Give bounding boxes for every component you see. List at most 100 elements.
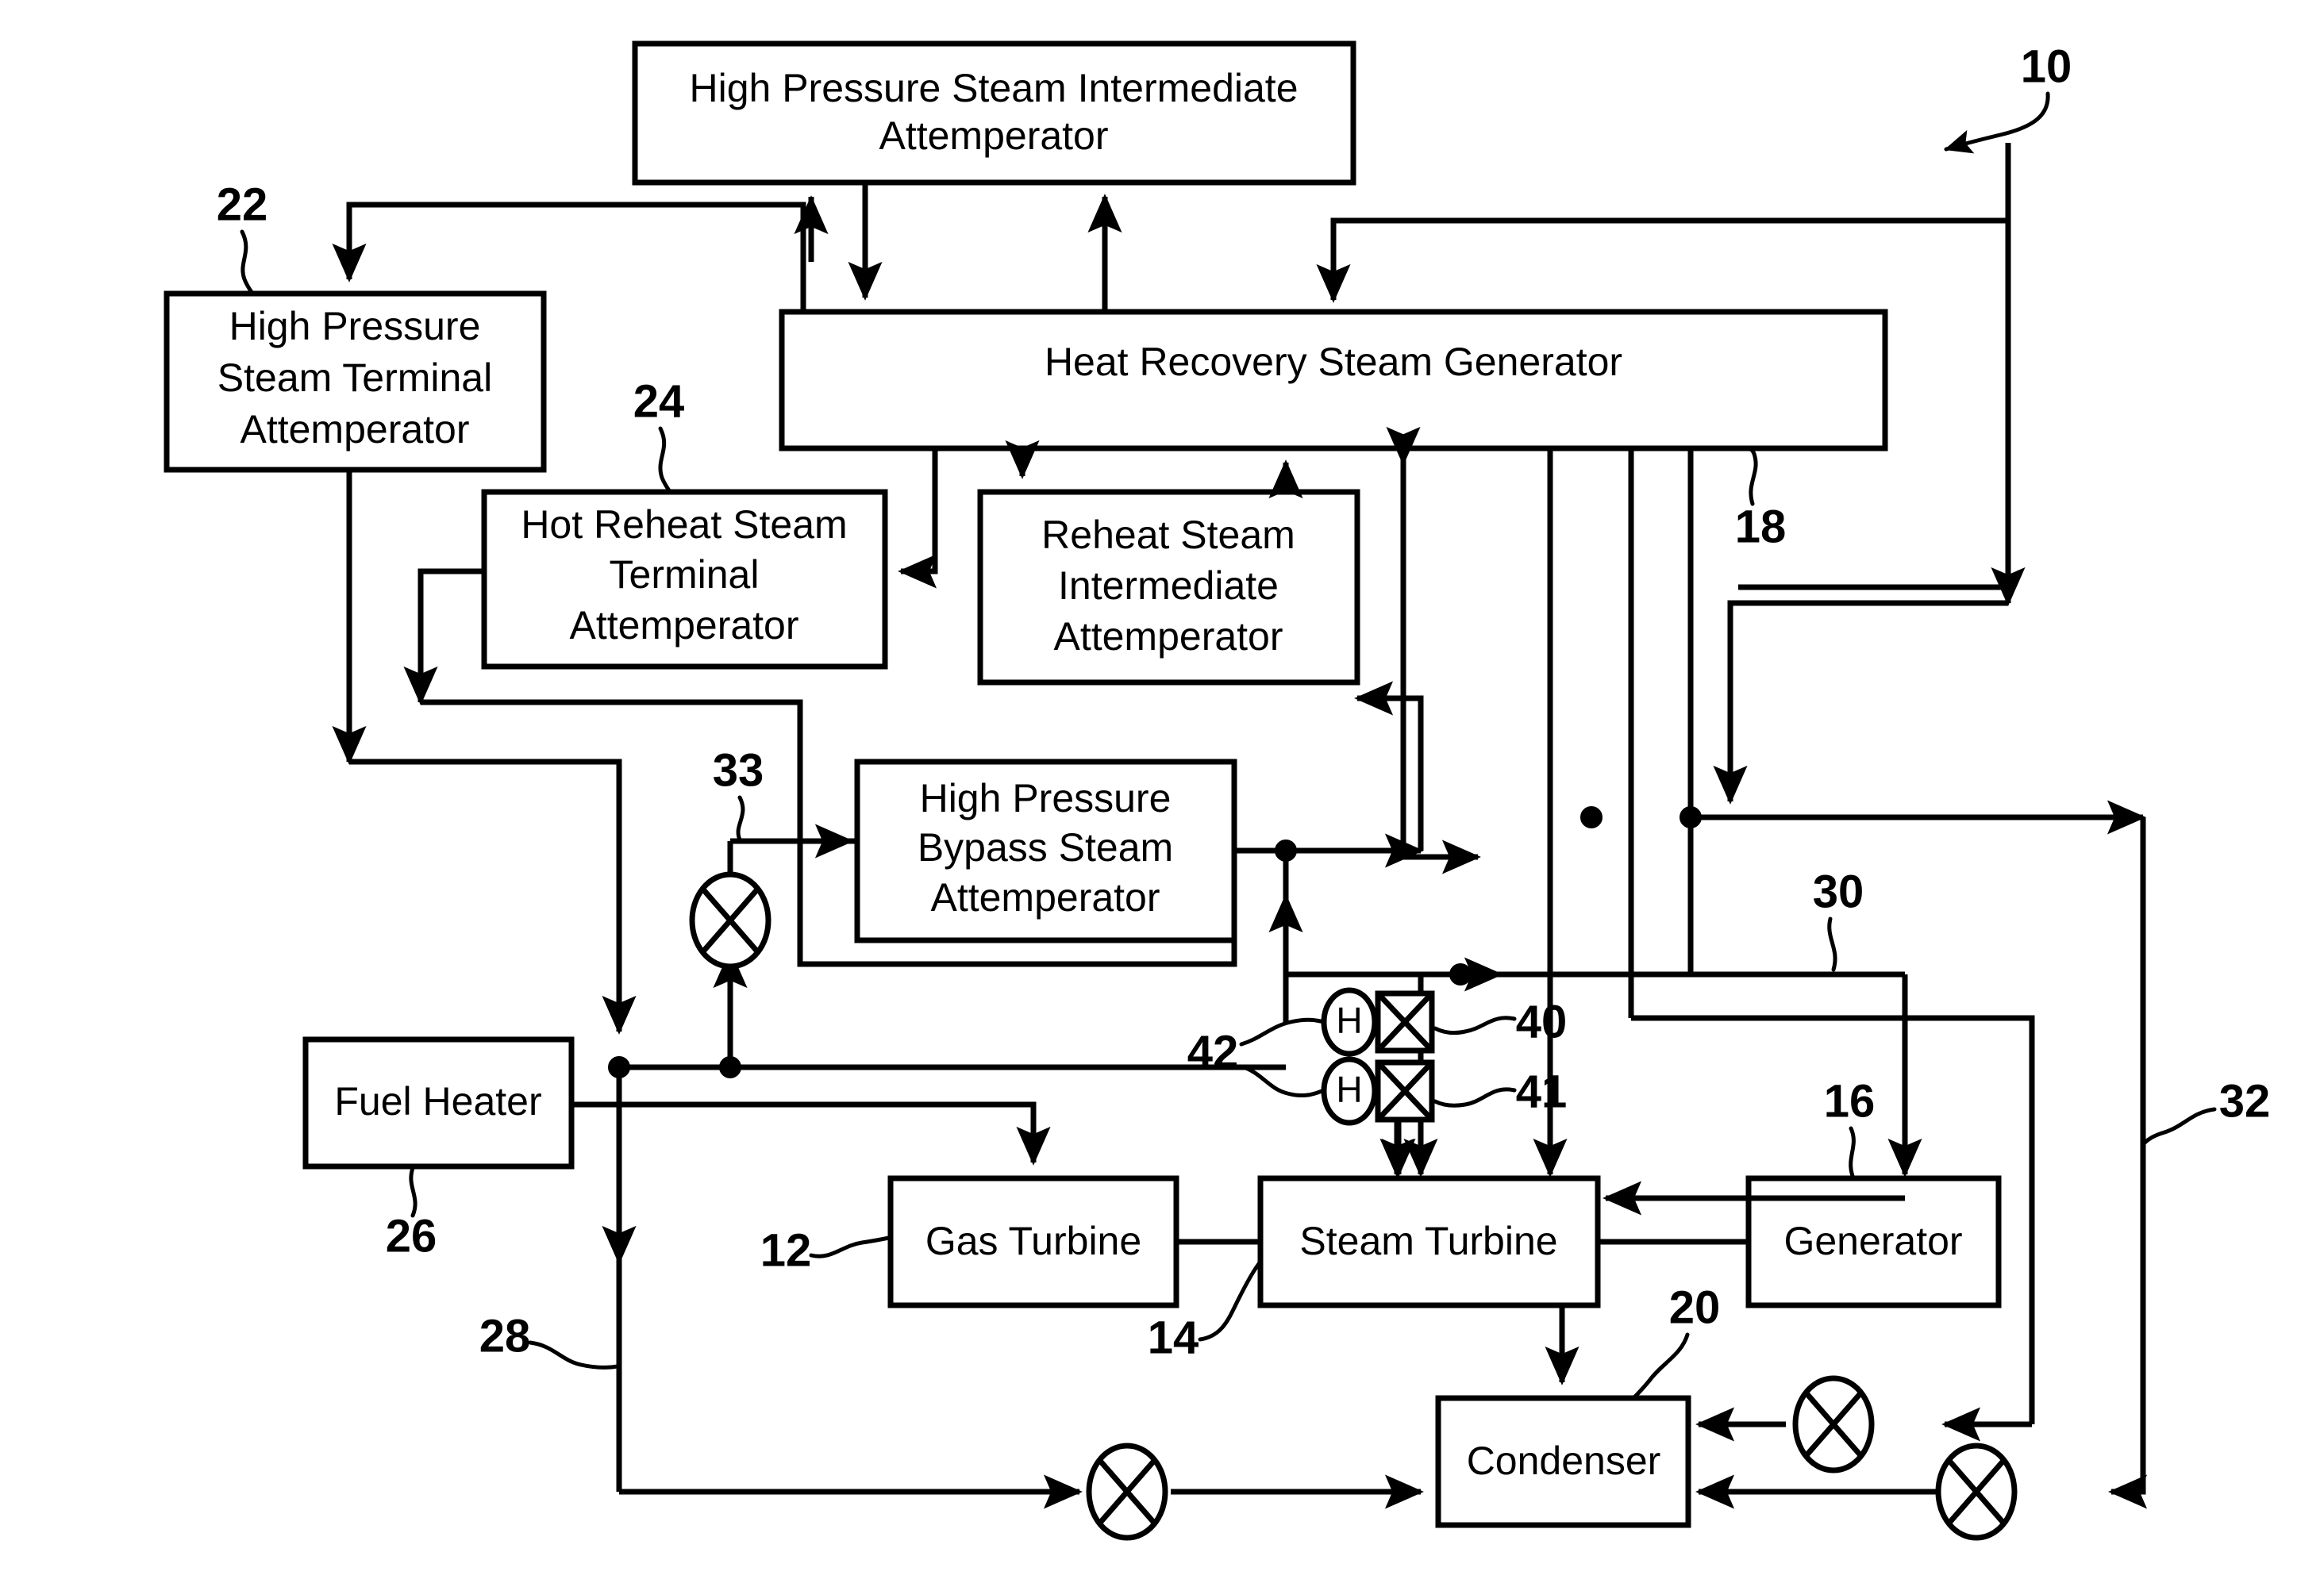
block-hp-steam-terminal-attemperator: High Pressure Steam Terminal Attemperato… — [164, 290, 547, 473]
control-valve-33[interactable] — [689, 871, 771, 970]
control-valve-condenser-upper[interactable] — [1792, 1375, 1875, 1473]
leader-line — [736, 795, 745, 842]
block-label-line: Steam Turbine — [1299, 1219, 1557, 1263]
pipe-fuel-heater-to-gas-turbine — [571, 1101, 1051, 1166]
leader-line — [1849, 1126, 1856, 1178]
block-label-line: Heat Recovery Steam Generator — [1045, 340, 1622, 384]
block-label-line: High Pressure Steam Intermediate — [689, 66, 1298, 110]
pipe-return-to-hrsg-top — [1316, 217, 2008, 303]
actuator-42-upper[interactable]: H — [1321, 987, 1378, 1057]
pipe-bypass-to-reheat-intermediate — [1354, 681, 1424, 851]
reference-numeral-10: 10 — [1944, 40, 2072, 154]
ref-text: 30 — [1813, 866, 1864, 917]
block-label-line: Steam Terminal — [217, 355, 492, 400]
leader-line — [2141, 1107, 2217, 1147]
block-reheat-steam-intermediate-attemperator: Reheat Steam Intermediate Attemperator — [977, 489, 1360, 686]
block-label-line: Hot Reheat Steam — [521, 502, 847, 547]
leader-line — [1944, 91, 2050, 154]
leader-line — [409, 1166, 417, 1218]
reference-numeral-40: 40 — [1433, 996, 1568, 1047]
pipe-hrsg-to-hot-reheat-terminal — [898, 448, 938, 589]
ref-text: 41 — [1516, 1066, 1568, 1117]
block-label-line: Reheat Steam — [1041, 513, 1295, 557]
ref-text: 10 — [2021, 40, 2072, 92]
ref-text: 42 — [1187, 1026, 1239, 1078]
leader-line — [1433, 1087, 1517, 1108]
junction-dot — [1580, 806, 1603, 828]
reference-numeral-18: 18 — [1735, 446, 1787, 552]
ref-text: 28 — [479, 1310, 531, 1362]
ref-text: 32 — [2219, 1075, 2271, 1127]
gate-valve-40[interactable] — [1375, 990, 1435, 1054]
reference-numeral-22: 22 — [217, 179, 268, 296]
block-label-line: Condenser — [1467, 1439, 1661, 1483]
reference-numeral-33: 33 — [713, 744, 764, 842]
block-label-line: Attemperator — [1053, 614, 1283, 659]
leader-line — [1433, 1016, 1517, 1035]
actuator-glyph: H — [1336, 1000, 1362, 1041]
reference-numeral-32: 32 — [2141, 1075, 2271, 1147]
pipe-right-to-lower-bus — [1713, 600, 2008, 805]
reference-numeral-12: 12 — [760, 1224, 891, 1276]
leader-line — [1631, 1332, 1690, 1400]
block-gas-turbine: Gas Turbine — [887, 1175, 1179, 1308]
block-label-line: Bypass Steam — [918, 825, 1173, 870]
ref-text: 20 — [1669, 1281, 1721, 1333]
ref-text: 33 — [713, 744, 764, 796]
actuator-42-lower[interactable]: H — [1321, 1056, 1378, 1126]
pipe-hrsg-down-to-bypass-bus — [1400, 448, 1481, 874]
ref-text: 12 — [760, 1224, 812, 1276]
ref-text: 18 — [1735, 501, 1787, 552]
leader-line — [658, 426, 672, 494]
leader-line — [528, 1340, 620, 1370]
junction-dot — [1449, 963, 1472, 986]
leader-line — [809, 1235, 891, 1258]
block-label-line: High Pressure — [920, 776, 1172, 820]
block-label-line: Generator — [1783, 1219, 1962, 1263]
leader-line — [1198, 1259, 1263, 1342]
junction-dot — [1275, 840, 1297, 862]
actuator-glyph: H — [1336, 1069, 1362, 1110]
block-heat-recovery-steam-generator: Heat Recovery Steam Generator — [779, 309, 1888, 451]
block-label-line: Fuel Heater — [334, 1079, 541, 1124]
block-label-line: Terminal — [610, 552, 760, 597]
block-fuel-heater: Fuel Heater — [302, 1036, 575, 1170]
block-label-line: Attemperator — [240, 407, 469, 451]
control-valve-condenser-lower[interactable] — [1935, 1443, 2018, 1541]
junction-dot — [1680, 806, 1702, 828]
ref-text: 26 — [386, 1210, 437, 1262]
pipe-hot-reheat-terminal-out — [403, 568, 484, 705]
leader-line-upper — [1239, 1017, 1326, 1047]
block-label-line: Attemperator — [879, 113, 1108, 158]
block-hp-steam-intermediate-attemperator: High Pressure Steam Intermediate Attempe… — [632, 40, 1356, 186]
block-label-line: Gas Turbine — [925, 1219, 1141, 1263]
leader-line — [240, 229, 255, 296]
junction-dot — [719, 1056, 741, 1078]
reference-numeral-16: 16 — [1824, 1075, 1876, 1178]
block-label-line: Intermediate — [1058, 563, 1279, 608]
block-label-line: High Pressure — [229, 304, 481, 348]
control-valve-condenser-feed[interactable] — [1086, 1443, 1168, 1541]
reference-numeral-30: 30 — [1813, 866, 1864, 972]
patent-figure-schematic: High Pressure Steam Intermediate Attempe… — [0, 0, 2324, 1583]
reference-numeral-28: 28 — [479, 1310, 620, 1370]
pipe-32-down-to-condenser — [2108, 817, 2148, 1509]
block-condenser: Condenser — [1435, 1395, 1691, 1528]
ref-text: 14 — [1148, 1312, 1199, 1363]
ref-text: 16 — [1824, 1075, 1876, 1127]
block-hp-bypass-steam-attemperator: High Pressure Bypass Steam Attemperator — [854, 759, 1237, 943]
pipe-hp-terminal-to-feedwater — [349, 759, 637, 1035]
block-steam-turbine: Steam Turbine — [1257, 1175, 1601, 1308]
junction-dot — [608, 1056, 630, 1078]
reference-numeral-26: 26 — [386, 1166, 437, 1262]
block-hot-reheat-steam-terminal-attemperator: Hot Reheat Steam Terminal Attemperator — [481, 489, 888, 670]
leader-line — [1741, 446, 1758, 506]
ref-text: 40 — [1516, 996, 1568, 1047]
reference-numeral-24: 24 — [633, 375, 685, 494]
block-label-line: Attemperator — [930, 875, 1160, 920]
gate-valve-41[interactable] — [1375, 1059, 1435, 1123]
ref-text: 24 — [633, 375, 685, 427]
reference-numeral-42: 42 — [1187, 1017, 1326, 1097]
block-label-line: Attemperator — [569, 603, 798, 647]
ref-text: 22 — [217, 179, 268, 230]
